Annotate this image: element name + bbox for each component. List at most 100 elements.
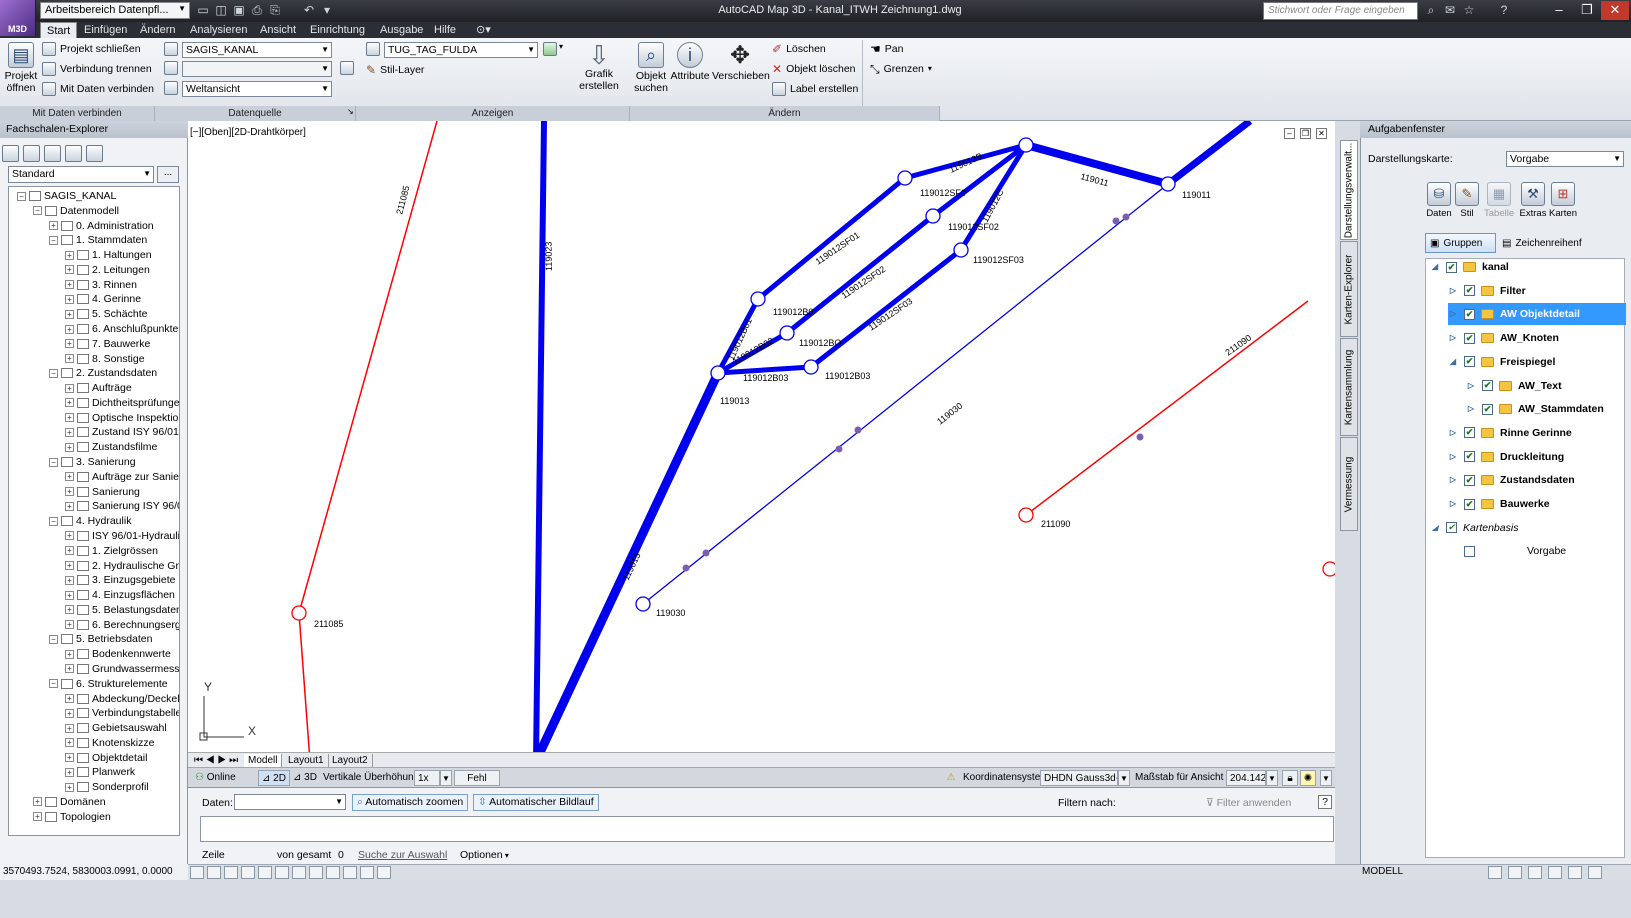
chevron-down-icon[interactable]: ▼ [1118, 770, 1130, 786]
expand-toggle-icon[interactable]: + [65, 531, 74, 541]
grenzen-button[interactable]: ⤡ Grenzen ▾ [870, 60, 932, 78]
auto-scroll-button[interactable]: ⇳ Automatischer Bildlauf [473, 794, 599, 811]
expand-toggle-icon[interactable]: + [65, 472, 74, 482]
expand-toggle-icon[interactable]: − [49, 457, 58, 467]
refresh-icon[interactable] [44, 145, 61, 162]
print-icon[interactable]: ⎘ [268, 3, 282, 17]
tool-extras[interactable]: ⚒ Extras [1518, 182, 1548, 219]
model-space-label[interactable]: MODELL [1362, 866, 1403, 877]
minimize-button[interactable]: – [1545, 1, 1573, 20]
tab-ausgabe[interactable]: Ausgabe [374, 22, 429, 38]
tree-node[interactable]: + Bodenkennwerte [65, 647, 171, 661]
projekt-schliessen-button[interactable]: Projekt schließen [42, 40, 141, 58]
tree-node[interactable]: + Zustand ISY 96/01 (I [65, 425, 179, 439]
expand-toggle-icon[interactable]: − [49, 679, 58, 689]
ribbon-options-icon[interactable]: ⊙▾ [470, 22, 497, 38]
online-status[interactable]: ⚇ Online [192, 770, 239, 786]
layer-node[interactable]: ▷ ✔ Bauwerke [1448, 493, 1550, 515]
expand-toggle-icon[interactable]: + [65, 561, 74, 570]
expand-toggle-icon[interactable]: + [65, 708, 74, 718]
expand-toggle-icon[interactable]: + [65, 324, 74, 334]
transparency-icon[interactable] [343, 866, 357, 879]
tree-node[interactable]: + Zustandsfilme [65, 440, 157, 454]
osnap-icon[interactable] [258, 866, 272, 879]
expand-toggle-icon[interactable]: + [65, 294, 74, 304]
chevron-down-icon[interactable]: ▼ [440, 770, 452, 786]
tree-node[interactable]: +7. Bauwerke [65, 337, 150, 351]
layer-node[interactable]: ▷ ✔ AW_Text [1466, 375, 1562, 397]
tool-daten[interactable]: ⛁ Daten [1424, 182, 1454, 219]
expand-toggle-icon[interactable]: + [65, 501, 74, 511]
layer-node[interactable]: ▷ ✔ Rinne Gerinne [1448, 422, 1572, 444]
tree-node[interactable]: + Objektdetail [65, 751, 147, 765]
tree-node[interactable]: +5. Belastungsdaten [65, 603, 179, 617]
tree-node[interactable]: + Dichtheitsprüfungen [65, 396, 179, 410]
tree-node[interactable]: + Aufträge zur Sanieru [65, 470, 179, 484]
draw-order-tab[interactable]: ▤ Zeichenreihenf [1498, 233, 1582, 253]
expand-toggle-icon[interactable]: ◢ [1448, 351, 1458, 373]
visibility-checkbox[interactable]: ✔ [1482, 380, 1493, 391]
lightbulb-icon[interactable]: ✺ [1300, 770, 1316, 786]
tab-analysieren[interactable]: Analysieren [184, 22, 253, 38]
coordinate-system-combo[interactable]: DHDN Gauss3d-3 [1040, 770, 1118, 786]
expand-toggle-icon[interactable]: + [65, 398, 74, 408]
empty-combo[interactable]: ▼ [182, 61, 332, 77]
clean-screen-icon[interactable] [1588, 866, 1602, 879]
tab-ansicht[interactable]: Ansicht [254, 22, 302, 38]
tab-start[interactable]: Start [40, 22, 78, 38]
tree-node[interactable]: +4. Gerinne [65, 292, 141, 306]
vtab-vermessung[interactable]: Vermessung [1340, 437, 1358, 531]
application-menu-button[interactable]: M3D [0, 0, 36, 36]
tree-node[interactable]: +6. Berechnungserge [65, 618, 179, 632]
communication-center-icon[interactable]: ✉ [1443, 3, 1457, 17]
tab-hilfe[interactable]: Hilfe [428, 22, 462, 38]
mode-3d-button[interactable]: ⊿ 3D [290, 770, 320, 786]
expand-toggle-icon[interactable]: + [65, 487, 74, 497]
quickprops-icon[interactable] [360, 866, 374, 879]
explorer-filter-combo[interactable]: Standard ▼ [8, 166, 154, 183]
expand-toggle-icon[interactable]: ▷ [1448, 469, 1458, 491]
tree-node[interactable]: + Sonderprofil [65, 780, 149, 794]
visibility-checkbox[interactable]: ✔ [1464, 285, 1475, 297]
expand-toggle-icon[interactable]: + [65, 354, 74, 364]
tool-tabelle[interactable]: ▦ Tabelle [1484, 182, 1514, 219]
layer-node[interactable]: ▷ ✔ Filter [1448, 280, 1526, 302]
workspace-switch-icon[interactable] [1508, 866, 1522, 879]
tree-node[interactable]: + Domänen [33, 795, 106, 809]
vertical-exaggeration-combo[interactable]: 1x [414, 770, 440, 786]
auto-zoom-button[interactable]: ⌕ Automatisch zoomen [352, 794, 469, 811]
scale-value[interactable]: 204.142 [1226, 770, 1266, 786]
hardware-accel-icon[interactable] [1548, 866, 1562, 879]
verbindung-trennen-button[interactable]: Verbindung trennen [42, 60, 152, 78]
annotation-scale-icon[interactable] [1488, 866, 1502, 879]
expand-toggle-icon[interactable]: + [65, 265, 74, 275]
tree-node[interactable]: +8. Sonstige [65, 352, 145, 366]
vtab-kartensammlung[interactable]: Kartensammlung [1340, 338, 1358, 436]
otrack-icon[interactable] [275, 866, 289, 879]
tree-node[interactable]: +3. Einzugsgebiete [65, 573, 175, 587]
expand-toggle-icon[interactable]: ▷ [1466, 375, 1476, 397]
tab-einfuegen[interactable]: Einfügen [78, 22, 133, 38]
expand-toggle-icon[interactable]: + [65, 605, 74, 615]
layer-node[interactable]: ▷ ✔ AW_Knoten [1448, 327, 1559, 349]
visibility-checkbox[interactable]: ✔ [1464, 451, 1475, 463]
expand-toggle-icon[interactable]: + [65, 442, 74, 452]
tree-node[interactable]: + Grundwassermessst [65, 662, 179, 676]
expand-toggle-icon[interactable]: + [65, 738, 74, 748]
tree-node[interactable]: +0. Administration [49, 219, 154, 233]
tree-node[interactable]: +1. Zielgrössen [65, 544, 158, 558]
expand-toggle-icon[interactable]: − [49, 368, 58, 378]
visibility-checkbox[interactable]: ✔ [1464, 356, 1475, 368]
expand-toggle-icon[interactable]: + [65, 753, 74, 763]
visibility-checkbox[interactable]: ✔ [1482, 403, 1493, 415]
tree-node[interactable]: +4. Einzugsflächen [65, 588, 175, 602]
tree-node[interactable]: + Knotenskizze [65, 736, 154, 750]
tab-einrichtung[interactable]: Einrichtung [304, 22, 371, 38]
tree-node[interactable]: − SAGIS_KANAL [17, 189, 116, 203]
visibility-checkbox[interactable]: ✔ [1464, 427, 1475, 439]
expand-toggle-icon[interactable]: + [65, 575, 74, 585]
expand-toggle-icon[interactable]: + [33, 812, 42, 822]
expand-toggle-icon[interactable]: + [65, 767, 74, 777]
favorites-icon[interactable]: ☆ [1462, 3, 1476, 17]
tree-node[interactable]: + Planwerk [65, 765, 135, 779]
